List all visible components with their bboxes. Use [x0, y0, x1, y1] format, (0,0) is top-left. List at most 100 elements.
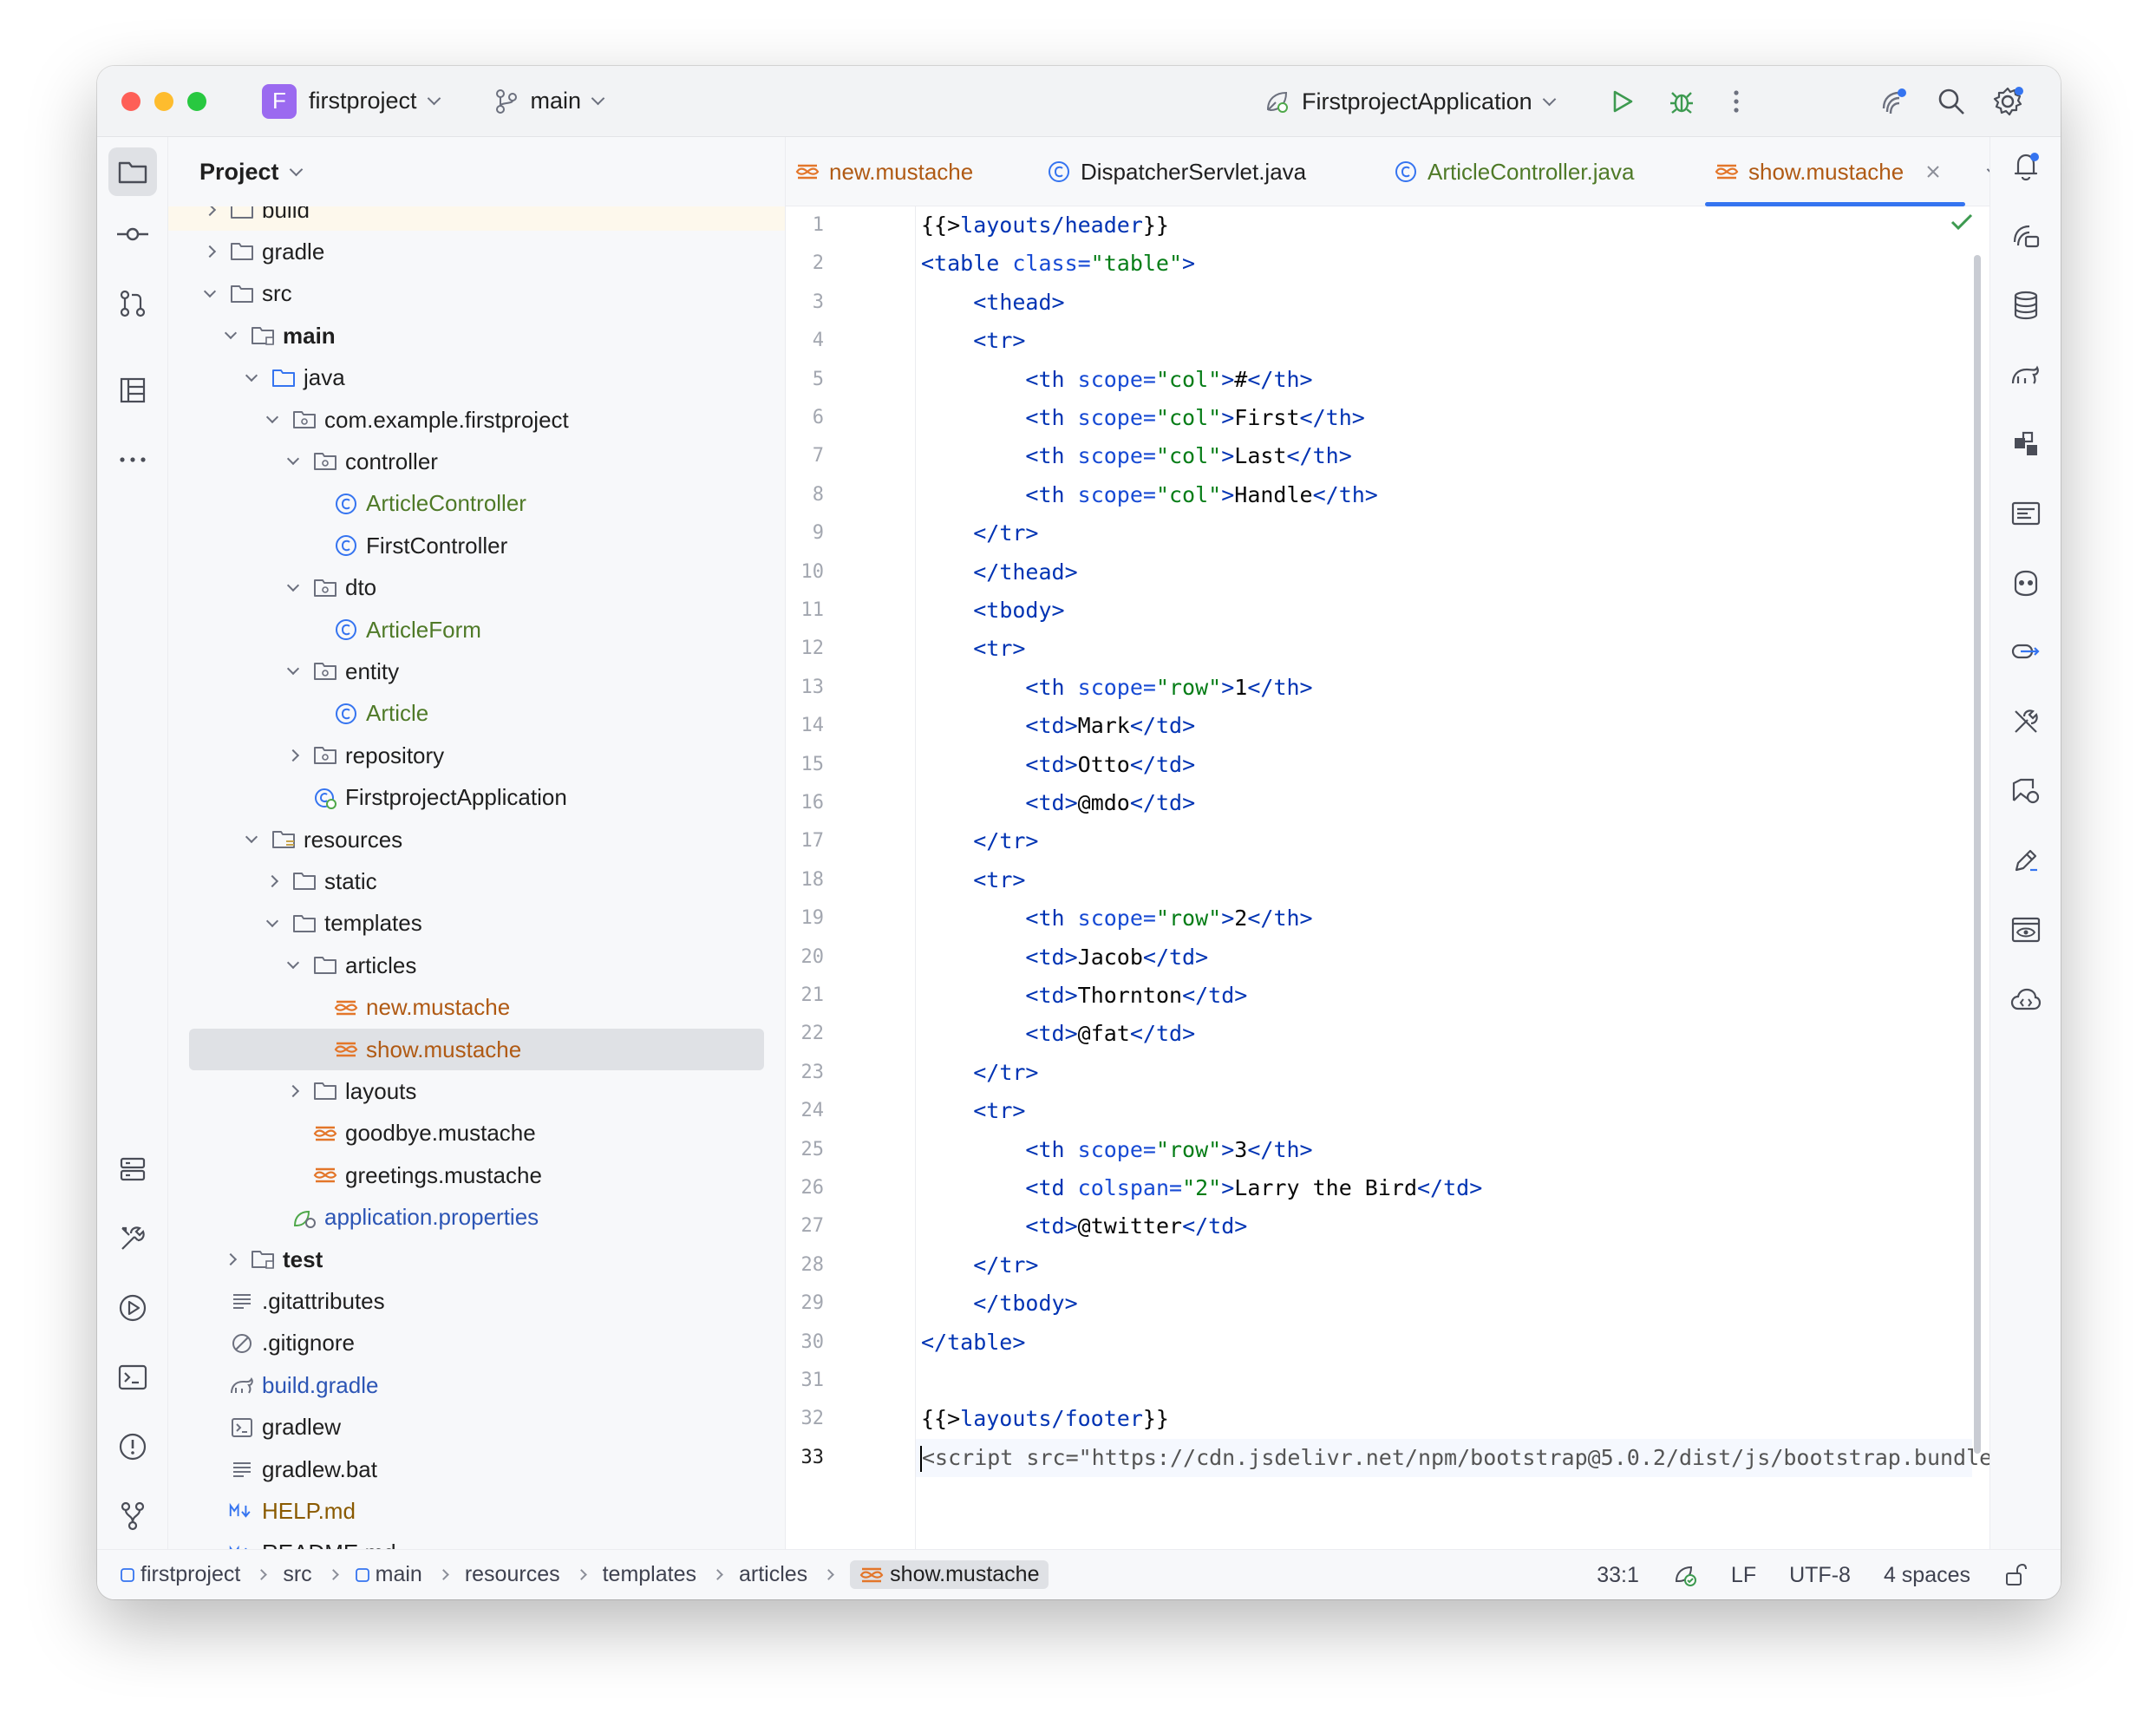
tree-item-new-mustache[interactable]: new.mustache — [168, 987, 785, 1029]
pull-requests-icon[interactable] — [115, 286, 150, 321]
code-line[interactable]: <td>@mdo</td> — [916, 784, 1972, 822]
code-editor[interactable]: 1 2 3 4 5 6 7 8 9 10 11 12 13 14 15 16 17 18 19 20 21 22 23 24 2… — [786, 206, 1989, 1549]
tree-item-templates[interactable]: templates — [168, 903, 785, 945]
settings-gear-icon[interactable] — [1990, 84, 2025, 119]
tree-item--gitattributes[interactable]: .gitattributes — [168, 1280, 785, 1322]
expand-chevron-down-icon[interactable] — [243, 369, 260, 387]
git-icon[interactable] — [115, 1499, 150, 1533]
code-line[interactable] — [916, 1362, 1972, 1400]
more-actions-icon[interactable] — [1719, 84, 1754, 119]
breadcrumb-src[interactable]: src — [283, 1562, 311, 1587]
expand-chevron-down-icon[interactable] — [284, 957, 302, 974]
tree-item-com-example-firstproject[interactable]: com.example.firstproject — [168, 399, 785, 441]
caret-position[interactable]: 33:1 — [1597, 1563, 1639, 1588]
code-line[interactable]: {{>layouts/header}} — [916, 206, 1972, 245]
code-line[interactable]: <tr> — [916, 322, 1972, 360]
tree-item-firstcontroller[interactable]: FirstController — [168, 525, 785, 566]
breadcrumb-articles[interactable]: articles — [739, 1562, 807, 1587]
file-encoding[interactable]: UTF-8 — [1789, 1563, 1851, 1588]
code-line[interactable]: <td>Otto</td> — [916, 746, 1972, 784]
tree-item-resources[interactable]: resources — [168, 819, 785, 860]
code-line[interactable]: </tr> — [916, 514, 1972, 552]
tab-new-mustache[interactable]: new.mustache — [786, 137, 1003, 206]
breadcrumb-resources[interactable]: resources — [465, 1562, 560, 1587]
expand-chevron-right-icon[interactable] — [201, 243, 219, 260]
database-icon[interactable] — [2009, 288, 2043, 323]
breadcrumb-templates[interactable]: templates — [603, 1562, 696, 1587]
expand-chevron-down-icon[interactable] — [284, 453, 302, 470]
expand-chevron-right-icon[interactable] — [222, 1251, 239, 1268]
jpa-structure-icon[interactable] — [2009, 427, 2043, 461]
code-line[interactable]: </table> — [916, 1324, 1972, 1362]
tree-item-firstprojectapplication[interactable]: FirstprojectApplication — [168, 777, 785, 819]
tree-item-show-mustache[interactable]: show.mustache — [189, 1029, 764, 1070]
editor-vertical-scrollbar[interactable] — [1974, 255, 1981, 1454]
expand-chevron-down-icon[interactable] — [284, 663, 302, 680]
tab-articlecontroller-java[interactable]: ArticleController.java — [1384, 137, 1679, 206]
project-switcher[interactable]: F firstproject — [250, 77, 451, 126]
tree-item-articleform[interactable]: ArticleForm — [168, 609, 785, 651]
expand-chevron-right-icon[interactable] — [201, 206, 219, 219]
zoom-window-button[interactable] — [187, 91, 206, 111]
code-line[interactable]: </tr> — [916, 1246, 1972, 1285]
code-line[interactable]: <th scope="col">Handle</th> — [916, 476, 1972, 514]
project-tool-folder-icon[interactable] — [108, 147, 157, 196]
expand-chevron-down-icon[interactable] — [264, 410, 281, 428]
expand-chevron-down-icon[interactable] — [243, 830, 260, 848]
tree-item--gitignore[interactable]: .gitignore — [168, 1323, 785, 1364]
file-lock-icon[interactable] — [2003, 1562, 2028, 1588]
tree-item-static[interactable]: static — [168, 860, 785, 902]
code-line[interactable]: <th scope="col">Last</th> — [916, 437, 1972, 475]
tree-item-main[interactable]: main — [168, 315, 785, 356]
code-line[interactable]: <th scope="row">1</th> — [916, 669, 1972, 707]
code-line[interactable]: <td>@twitter</td> — [916, 1207, 1972, 1245]
tree-item-entity[interactable]: entity — [168, 651, 785, 692]
ai-chat-icon[interactable] — [2009, 219, 2043, 253]
line-number-gutter[interactable]: 1 2 3 4 5 6 7 8 9 10 11 12 13 14 15 16 17 18 19 20 21 22 23 24 2… — [786, 206, 916, 1549]
build-tools-icon[interactable] — [115, 1221, 150, 1256]
tree-item-gradlew[interactable]: gradlew — [168, 1407, 785, 1448]
run-icon[interactable] — [1604, 84, 1639, 119]
tools-wrench-icon[interactable] — [2009, 704, 2043, 739]
expand-chevron-right-icon[interactable] — [284, 1082, 302, 1100]
run-tool-icon[interactable] — [115, 1291, 150, 1325]
code-line[interactable]: <tr> — [916, 630, 1972, 668]
endpoints-icon[interactable] — [2009, 496, 2043, 531]
code-line[interactable]: <table class="table"> — [916, 245, 1972, 283]
breadcrumb-show-mustache[interactable]: show.mustache — [850, 1560, 1049, 1589]
tree-item-help-md[interactable]: HELP.md — [168, 1490, 785, 1532]
code-line[interactable]: <td>Mark</td> — [916, 707, 1972, 745]
tab-show-mustache[interactable]: show.mustache — [1705, 137, 1965, 206]
tree-item-test[interactable]: test — [168, 1239, 785, 1280]
tree-item-gradle[interactable]: gradle — [168, 231, 785, 272]
code-line[interactable]: <th scope="row">2</th> — [916, 899, 1972, 938]
minimize-window-button[interactable] — [154, 91, 173, 111]
code-line[interactable]: {{>layouts/footer}} — [916, 1400, 1972, 1438]
services-icon[interactable] — [115, 1152, 150, 1187]
close-window-button[interactable] — [121, 91, 140, 111]
expand-chevron-right-icon[interactable] — [284, 747, 302, 764]
breadcrumb-main[interactable]: main — [355, 1562, 422, 1587]
tree-item-application-properties[interactable]: application.properties — [168, 1197, 785, 1239]
edit-pencil-icon[interactable] — [2009, 843, 2043, 878]
no-problems-check-icon[interactable] — [1950, 212, 1974, 237]
code-line[interactable]: </thead> — [916, 553, 1972, 592]
indent-setting[interactable]: 4 spaces — [1884, 1563, 1970, 1588]
tree-item-greetings-mustache[interactable]: greetings.mustache — [168, 1154, 785, 1196]
code-line[interactable]: </tr> — [916, 1054, 1972, 1092]
tree-item-src[interactable]: src — [168, 273, 785, 315]
code-line[interactable]: <script src="https://cdn.jsdelivr.net/np… — [916, 1438, 1989, 1477]
tab-dispatcherservlet-java[interactable]: DispatcherServlet.java — [1037, 137, 1349, 206]
expand-chevron-down-icon[interactable] — [284, 579, 302, 597]
code-line[interactable]: <th scope="row">3</th> — [916, 1131, 1972, 1169]
code-line[interactable]: <td>@fat</td> — [916, 1015, 1972, 1053]
preview-eye-icon[interactable] — [2009, 912, 2043, 947]
structure-icon[interactable] — [115, 373, 150, 408]
tree-item-layouts[interactable]: layouts — [168, 1070, 785, 1112]
breadcrumb-firstproject[interactable]: firstproject — [120, 1562, 240, 1587]
commit-icon[interactable] — [115, 217, 150, 252]
image-settings-icon[interactable] — [2009, 774, 2043, 808]
code-line[interactable]: <td colspan="2">Larry the Bird</td> — [916, 1169, 1972, 1207]
close-tab-icon[interactable] — [1926, 165, 1940, 179]
code-line[interactable]: <th scope="col">#</th> — [916, 361, 1972, 399]
